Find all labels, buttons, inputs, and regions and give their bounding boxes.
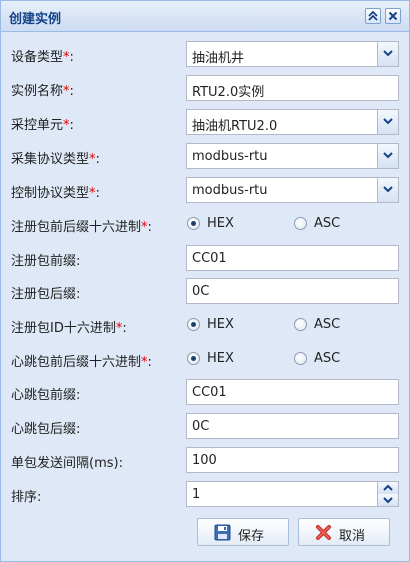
reg-suffix-field[interactable]: 0C xyxy=(186,278,399,304)
chevron-down-icon[interactable] xyxy=(377,42,398,66)
send-interval-label: 单包发送间隔(ms): xyxy=(11,456,123,471)
row-acq-protocol: 采集协议类型*: modbus-rtu xyxy=(1,143,409,169)
acq-protocol-value: modbus-rtu xyxy=(192,149,268,164)
radio-unchecked-icon xyxy=(294,352,307,365)
spin-down-icon[interactable] xyxy=(378,494,398,506)
panel-title: 创建实例 xyxy=(9,12,62,27)
send-interval-value: 100 xyxy=(192,453,217,468)
double-up-chevron-icon[interactable] xyxy=(365,8,381,24)
save-button-label: 保存 xyxy=(238,529,265,544)
row-sort: 排序: 1 xyxy=(1,481,409,507)
ctrl-protocol-label: 控制协议类型*: xyxy=(11,186,100,201)
chevron-down-icon[interactable] xyxy=(377,110,398,134)
send-interval-field[interactable]: 100 xyxy=(186,447,399,473)
hb-suffix-value: 0C xyxy=(192,419,210,434)
hb-suffix-field[interactable]: 0C xyxy=(186,413,399,439)
device-type-combo[interactable]: 抽油机井 xyxy=(186,41,399,67)
radio-checked-icon xyxy=(187,352,200,365)
control-unit-combo[interactable]: 抽油机RTU2.0 xyxy=(186,109,399,135)
sort-label: 排序: xyxy=(11,490,42,505)
hb-prefix-label: 心跳包前缀: xyxy=(11,388,81,403)
cancel-button-label: 取消 xyxy=(339,529,366,544)
hb-suffix-label: 心跳包后缀: xyxy=(11,422,81,437)
instance-name-value: RTU2.0实例 xyxy=(192,85,265,100)
reg-id-hex-label: 注册包ID十六进制*: xyxy=(11,321,127,336)
instance-name-label: 实例名称*: xyxy=(11,84,74,99)
control-unit-label: 采控单元*: xyxy=(11,118,74,133)
create-instance-panel: 创建实例 设备类型*: 抽油机井 实例名称*: RTU2.0实例 采控单元*: xyxy=(0,0,410,562)
row-hb-hex: 心跳包前后缀十六进制*: HEX ASC xyxy=(1,346,409,372)
radio-label: ASC xyxy=(314,317,341,332)
row-control-unit: 采控单元*: 抽油机RTU2.0 xyxy=(1,109,409,135)
ctrl-protocol-value: modbus-rtu xyxy=(192,183,268,198)
reg-prefix-label: 注册包前缀: xyxy=(11,254,81,269)
row-reg-hex: 注册包前后缀十六进制*: HEX ASC xyxy=(1,211,409,237)
radio-checked-icon xyxy=(187,217,200,230)
reg-hex-label: 注册包前后缀十六进制*: xyxy=(11,220,152,235)
save-button[interactable]: 保存 xyxy=(197,518,289,546)
sort-value: 1 xyxy=(192,487,201,502)
hb-prefix-field[interactable]: CC01 xyxy=(186,379,399,405)
control-unit-value: 抽油机RTU2.0 xyxy=(192,119,278,134)
floppy-disk-icon xyxy=(214,524,231,541)
radio-unchecked-icon xyxy=(294,318,307,331)
radio-label: HEX xyxy=(207,351,234,366)
reg-suffix-value: 0C xyxy=(192,284,210,299)
sort-spinner xyxy=(377,482,398,506)
radio-label: ASC xyxy=(314,351,341,366)
reg-suffix-label: 注册包后缀: xyxy=(11,287,81,302)
reg-prefix-value: CC01 xyxy=(192,251,227,266)
device-type-value: 抽油机井 xyxy=(192,51,245,66)
spin-up-icon[interactable] xyxy=(378,482,398,494)
instance-name-field[interactable]: RTU2.0实例 xyxy=(186,75,399,101)
radio-label: HEX xyxy=(207,317,234,332)
row-reg-suffix: 注册包后缀: 0C xyxy=(1,278,409,304)
hb-prefix-value: CC01 xyxy=(192,385,227,400)
chevron-down-icon[interactable] xyxy=(377,144,398,168)
row-reg-id-hex: 注册包ID十六进制*: HEX ASC xyxy=(1,312,409,338)
close-icon[interactable] xyxy=(385,8,401,24)
radio-unchecked-icon xyxy=(294,217,307,230)
sort-number-field[interactable]: 1 xyxy=(186,481,399,507)
reg-prefix-field[interactable]: CC01 xyxy=(186,245,399,271)
row-ctrl-protocol: 控制协议类型*: modbus-rtu xyxy=(1,177,409,203)
red-x-icon xyxy=(316,525,331,540)
ctrl-protocol-combo[interactable]: modbus-rtu xyxy=(186,177,399,203)
hb-hex-label: 心跳包前后缀十六进制*: xyxy=(11,355,152,370)
form-body: 设备类型*: 抽油机井 实例名称*: RTU2.0实例 采控单元*: 抽油机RT… xyxy=(1,32,409,561)
row-device-type: 设备类型*: 抽油机井 xyxy=(1,41,409,67)
chevron-down-icon[interactable] xyxy=(377,178,398,202)
cancel-button[interactable]: 取消 xyxy=(298,518,390,546)
acq-protocol-label: 采集协议类型*: xyxy=(11,152,100,167)
acq-protocol-combo[interactable]: modbus-rtu xyxy=(186,143,399,169)
panel-header: 创建实例 xyxy=(1,1,409,32)
row-reg-prefix: 注册包前缀: CC01 xyxy=(1,245,409,271)
row-instance-name: 实例名称*: RTU2.0实例 xyxy=(1,75,409,101)
radio-checked-icon xyxy=(187,318,200,331)
row-send-interval: 单包发送间隔(ms): 100 xyxy=(1,447,409,473)
radio-label: HEX xyxy=(207,216,234,231)
radio-label: ASC xyxy=(314,216,341,231)
row-hb-prefix: 心跳包前缀: CC01 xyxy=(1,379,409,405)
row-hb-suffix: 心跳包后缀: 0C xyxy=(1,413,409,439)
device-type-label: 设备类型*: xyxy=(11,50,74,65)
